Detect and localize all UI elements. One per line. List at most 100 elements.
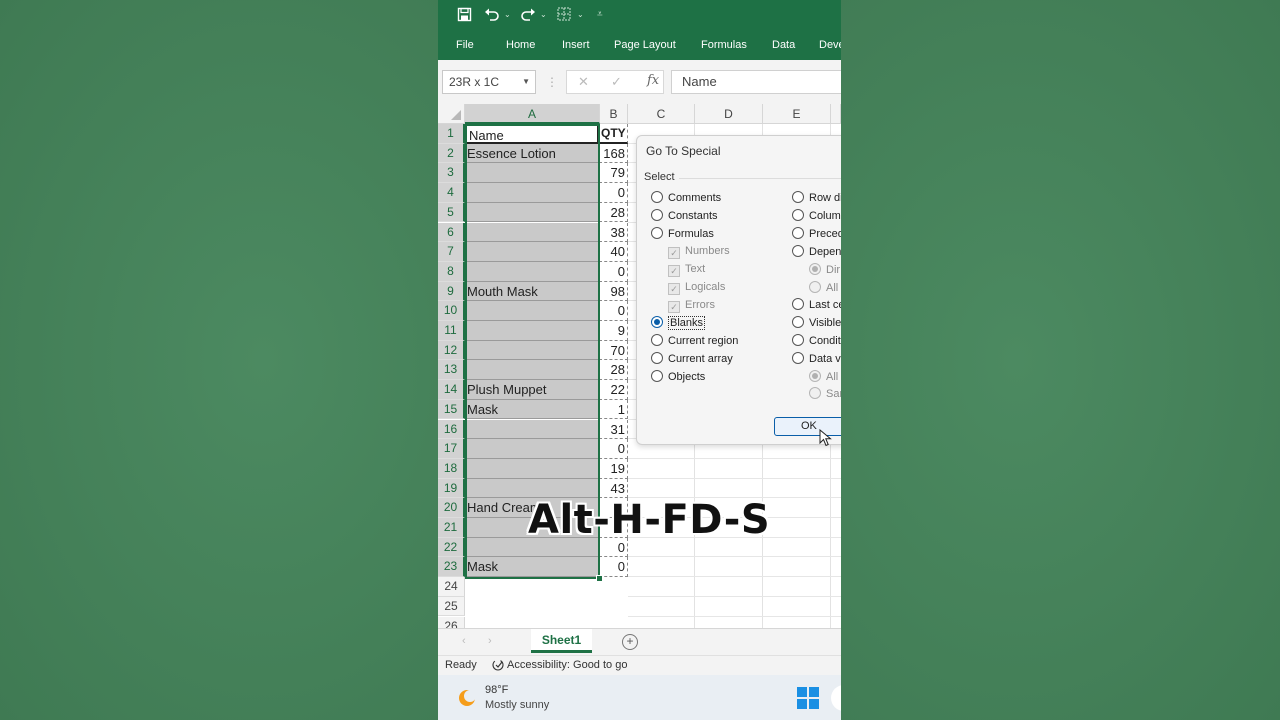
cell-a[interactable] xyxy=(465,439,599,459)
cell-a[interactable] xyxy=(465,340,599,361)
cell-b[interactable]: 31 xyxy=(599,419,628,440)
option-last-cell[interactable]: Last ce xyxy=(792,298,841,311)
redo-icon[interactable] xyxy=(520,7,536,27)
undo-icon[interactable] xyxy=(484,7,500,27)
cell-b[interactable]: 0 xyxy=(599,557,628,578)
row-header[interactable]: 4 xyxy=(438,183,465,203)
checkbox-numbers[interactable]: ✓ Numbers xyxy=(668,245,730,259)
option-formulas[interactable]: Formulas xyxy=(651,227,714,240)
row-header[interactable]: 1 xyxy=(438,124,465,144)
cell-a[interactable]: Plush Muppet xyxy=(465,380,599,400)
row-header[interactable]: 18 xyxy=(438,458,465,479)
more-options-icon[interactable]: ⋮ xyxy=(546,75,558,89)
cell-a[interactable]: Mask xyxy=(465,557,599,578)
undo-dropdown-icon[interactable]: ⌄ xyxy=(504,10,511,19)
row-header[interactable]: 16 xyxy=(438,419,465,440)
row-header[interactable]: 14 xyxy=(438,380,465,400)
accessibility-status[interactable]: Accessibility: Good to go xyxy=(507,659,627,671)
cell-a[interactable] xyxy=(465,163,599,184)
option-conditional-formats[interactable]: Condit xyxy=(792,334,841,347)
row-header[interactable]: 7 xyxy=(438,242,465,262)
cell-a[interactable] xyxy=(465,183,599,203)
cell-a[interactable]: Mask xyxy=(465,399,599,420)
sheet-tab-sheet1[interactable]: Sheet1 xyxy=(531,629,592,653)
cell-a[interactable] xyxy=(465,301,599,321)
row-header[interactable]: 2 xyxy=(438,143,465,164)
select-all-corner[interactable] xyxy=(438,104,465,124)
row-header[interactable]: 20 xyxy=(438,498,465,518)
row-header[interactable]: 23 xyxy=(438,557,465,578)
cell-b[interactable]: QTY xyxy=(599,124,628,144)
column-header-f[interactable] xyxy=(831,104,841,124)
tab-page-layout[interactable]: Page Layout xyxy=(614,39,676,51)
enter-icon[interactable]: ✓ xyxy=(611,74,622,90)
cell-a[interactable]: Mouth Mask xyxy=(465,281,599,302)
windows-start-icon[interactable] xyxy=(797,687,819,714)
option-validation-all[interactable]: All xyxy=(809,370,838,383)
cell-b[interactable]: 22 xyxy=(599,380,628,400)
fill-handle[interactable] xyxy=(596,575,603,582)
option-objects[interactable]: Objects xyxy=(651,370,705,383)
checkbox-logicals[interactable]: ✓ Logicals xyxy=(668,281,725,295)
cell-a[interactable] xyxy=(465,202,599,223)
scroll-right-icon[interactable]: › xyxy=(488,635,492,647)
cell-b[interactable]: 70 xyxy=(599,340,628,361)
cell-a[interactable] xyxy=(465,321,599,341)
customize-icon[interactable]: ⩡ xyxy=(597,9,603,20)
name-box[interactable]: 23R x 1C ▼ xyxy=(442,70,536,94)
option-visible-cells[interactable]: Visible xyxy=(792,316,841,329)
row-header[interactable]: 25 xyxy=(438,596,465,617)
tab-insert[interactable]: Insert xyxy=(562,39,590,51)
add-sheet-icon[interactable]: + xyxy=(622,634,638,650)
checkbox-errors[interactable]: ✓ Errors xyxy=(668,299,715,313)
column-header-c[interactable]: C xyxy=(628,104,695,124)
row-header[interactable]: 11 xyxy=(438,321,465,341)
cell-b[interactable]: 98 xyxy=(599,281,628,302)
cell-a[interactable] xyxy=(465,360,599,381)
checkbox-text[interactable]: ✓ Text xyxy=(668,263,705,277)
cell-b[interactable]: 19 xyxy=(599,458,628,479)
tab-home[interactable]: Home xyxy=(506,39,535,51)
option-constants[interactable]: Constants xyxy=(651,209,718,222)
formula-input[interactable]: Name xyxy=(671,70,841,94)
row-header[interactable]: 21 xyxy=(438,518,465,538)
cell-b[interactable]: 1 xyxy=(599,399,628,420)
cell-b[interactable]: 9 xyxy=(599,321,628,341)
cell-b[interactable]: 168 xyxy=(599,143,628,164)
cancel-icon[interactable]: ✕ xyxy=(578,74,589,90)
cell-a[interactable] xyxy=(465,261,599,282)
cell-b[interactable]: 0 xyxy=(599,183,628,203)
cell-b[interactable]: 79 xyxy=(599,163,628,184)
option-comments[interactable]: Comments xyxy=(651,191,721,204)
cell-a[interactable]: Name xyxy=(465,124,599,144)
column-header-a[interactable]: A xyxy=(465,104,600,124)
cell-a[interactable]: Essence Lotion xyxy=(465,143,599,164)
row-header[interactable]: 22 xyxy=(438,537,465,558)
row-header[interactable]: 9 xyxy=(438,281,465,302)
cell-b[interactable]: 28 xyxy=(599,360,628,381)
cell-b[interactable]: 43 xyxy=(599,478,628,499)
row-header[interactable]: 15 xyxy=(438,399,465,420)
tab-developer[interactable]: Deve xyxy=(819,39,841,51)
row-header[interactable]: 8 xyxy=(438,261,465,282)
redo-dropdown-icon[interactable]: ⌄ xyxy=(540,10,547,19)
option-dependents[interactable]: Depen xyxy=(792,245,841,258)
cell-b[interactable]: 38 xyxy=(599,222,628,243)
chevron-down-icon[interactable]: ▼ xyxy=(522,71,530,93)
borders-dropdown-icon[interactable]: ⌄ xyxy=(577,10,584,19)
cell-b[interactable]: 28 xyxy=(599,202,628,223)
column-header-d[interactable]: D xyxy=(695,104,763,124)
option-blanks[interactable]: Blanks xyxy=(651,316,706,330)
row-header[interactable]: 3 xyxy=(438,163,465,184)
row-header[interactable]: 24 xyxy=(438,577,465,597)
search-icon[interactable] xyxy=(831,685,841,711)
option-current-region[interactable]: Current region xyxy=(651,334,738,347)
tab-data[interactable]: Data xyxy=(772,39,795,51)
row-header[interactable]: 6 xyxy=(438,222,465,243)
option-column-differences[interactable]: Colum xyxy=(792,209,841,222)
cell-a[interactable] xyxy=(465,222,599,243)
row-header[interactable]: 13 xyxy=(438,360,465,381)
cell-b[interactable]: 0 xyxy=(599,261,628,282)
cell-a[interactable] xyxy=(465,478,599,499)
weather-sun-icon[interactable] xyxy=(456,687,478,714)
